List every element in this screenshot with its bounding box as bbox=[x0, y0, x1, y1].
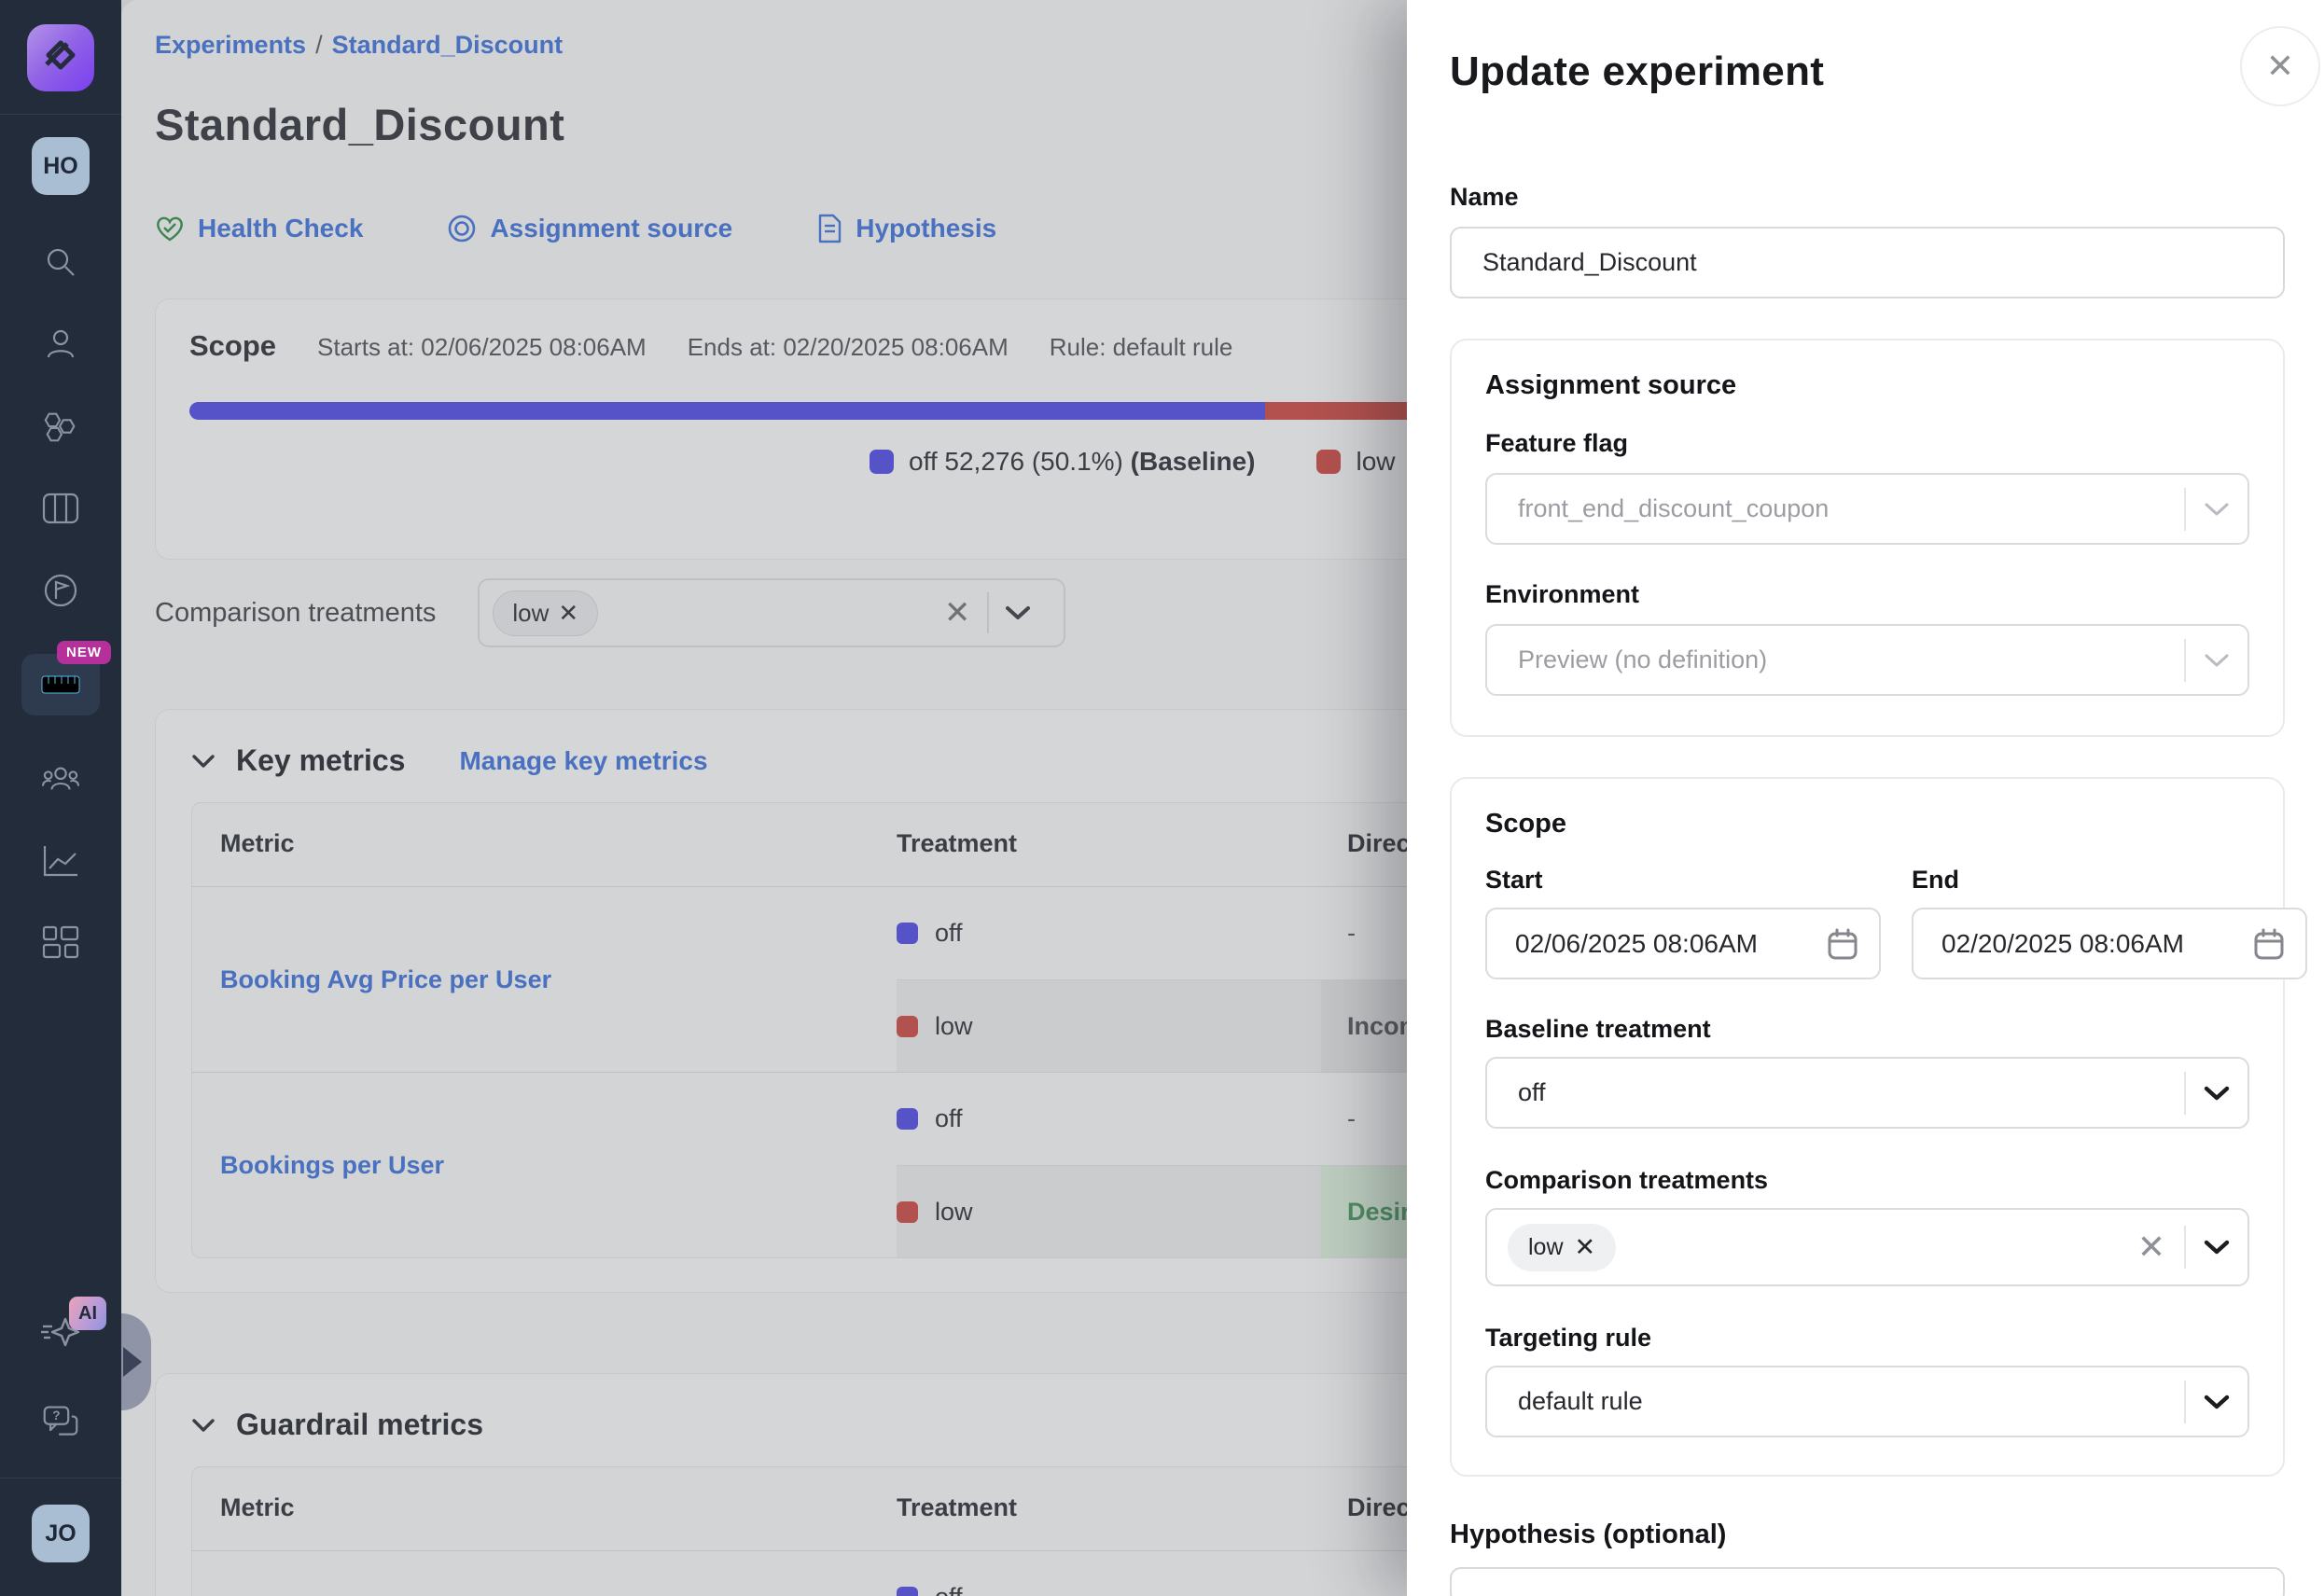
sidebar-expander-handle[interactable] bbox=[121, 1313, 151, 1410]
start-date-input[interactable]: 02/06/2025 08:06AM bbox=[1485, 908, 1881, 979]
panel-title: Update experiment bbox=[1450, 49, 2285, 95]
name-label: Name bbox=[1450, 183, 2285, 212]
chip-remove-icon[interactable]: ✕ bbox=[1575, 1233, 1596, 1262]
clear-icon[interactable]: ✕ bbox=[927, 594, 988, 631]
chip-remove-icon[interactable]: ✕ bbox=[558, 599, 578, 628]
allocation-legend: off 52,276 (50.1%) (Baseline) low bbox=[870, 447, 1396, 477]
end-date-input[interactable]: 02/20/2025 08:06AM bbox=[1912, 908, 2307, 979]
svg-text:?: ? bbox=[52, 1409, 60, 1423]
chevron-down-icon[interactable] bbox=[2186, 1394, 2247, 1410]
scope-title: Scope bbox=[1485, 809, 2249, 840]
comparison-treatments-label: Comparison treatments bbox=[155, 598, 436, 629]
close-button[interactable]: ✕ bbox=[2240, 26, 2320, 106]
search-icon[interactable] bbox=[42, 243, 79, 281]
targeting-rule-label: Targeting rule bbox=[1485, 1324, 2249, 1353]
collapse-chevron-icon[interactable] bbox=[191, 1418, 216, 1433]
workspace-avatar[interactable]: HO bbox=[32, 137, 90, 195]
hypothesis-label: Hypothesis (optional) bbox=[1450, 1520, 2285, 1550]
chevron-down-icon[interactable] bbox=[989, 604, 1047, 621]
scope-ends-at: Ends at: 02/20/2025 08:06AM bbox=[688, 333, 1009, 362]
health-check-link[interactable]: Health Check bbox=[155, 214, 363, 243]
release-flag-icon[interactable] bbox=[42, 572, 79, 609]
assignment-source-card: Assignment source Feature flag front_end… bbox=[1450, 339, 2285, 737]
segments-hexagons-icon[interactable] bbox=[42, 408, 79, 445]
chevron-right-icon bbox=[123, 1347, 142, 1377]
baseline-treatment-select[interactable]: off bbox=[1485, 1057, 2249, 1129]
allocation-segment-off bbox=[189, 402, 1265, 420]
breadcrumb-experiments[interactable]: Experiments bbox=[155, 31, 306, 59]
chevron-down-icon[interactable] bbox=[2186, 1085, 2247, 1102]
divider bbox=[0, 114, 121, 115]
manage-key-metrics-link[interactable]: Manage key metrics bbox=[459, 746, 707, 776]
sidebar: HO NEW AI bbox=[0, 0, 121, 1596]
legend-swatch-low bbox=[1316, 450, 1341, 474]
comparison-treatments-select[interactable]: low✕ ✕ bbox=[478, 578, 1065, 647]
column-header-treatment: Treatment bbox=[897, 1493, 1321, 1522]
ai-badge: AI bbox=[69, 1297, 106, 1330]
help-chat-icon[interactable]: ? bbox=[42, 1403, 79, 1440]
dashboards-icon[interactable] bbox=[42, 924, 79, 962]
scope-card: Scope Start End 02/06/2025 08:06AM 02/20… bbox=[1450, 777, 2285, 1477]
user-icon[interactable] bbox=[42, 326, 79, 363]
assignment-source-title: Assignment source bbox=[1485, 370, 2249, 401]
ruler-icon bbox=[40, 673, 81, 697]
treatment-swatch-off bbox=[897, 1108, 918, 1130]
comparison-treatments-label: Comparison treatments bbox=[1485, 1166, 2249, 1195]
column-header-metric: Metric bbox=[192, 829, 897, 858]
collapse-chevron-icon[interactable] bbox=[191, 754, 216, 769]
chevron-down-icon bbox=[2186, 502, 2247, 517]
hypothesis-link[interactable]: Hypothesis bbox=[816, 214, 996, 243]
new-badge: NEW bbox=[57, 641, 111, 664]
statsig-logo-icon[interactable] bbox=[27, 24, 94, 91]
sidebar-item-experiments-active[interactable]: NEW bbox=[21, 654, 100, 715]
metric-link[interactable]: Booking Avg Price per User bbox=[220, 965, 551, 994]
breadcrumb-current[interactable]: Standard_Discount bbox=[332, 31, 564, 59]
treatment-swatch-off bbox=[897, 923, 918, 944]
chevron-down-icon[interactable] bbox=[2186, 1239, 2247, 1256]
scope-starts-at: Starts at: 02/06/2025 08:06AM bbox=[317, 333, 647, 362]
treatment-swatch-low bbox=[897, 1016, 918, 1037]
scope-title: Scope bbox=[189, 329, 276, 363]
scope-rule: Rule: default rule bbox=[1050, 333, 1233, 362]
calendar-icon[interactable] bbox=[2253, 927, 2285, 961]
start-label: Start bbox=[1485, 866, 1881, 895]
update-experiment-panel: ✕ Update experiment Name Standard_Discou… bbox=[1407, 0, 2324, 1596]
column-header-treatment: Treatment bbox=[897, 829, 1321, 858]
target-icon bbox=[447, 214, 477, 243]
document-icon bbox=[816, 214, 842, 243]
feature-flag-label: Feature flag bbox=[1485, 429, 2249, 458]
heart-check-icon bbox=[155, 215, 185, 243]
feature-flag-select: front_end_discount_coupon bbox=[1485, 473, 2249, 545]
user-avatar[interactable]: JO bbox=[32, 1505, 90, 1562]
chevron-down-icon bbox=[2186, 653, 2247, 668]
treatment-swatch-low bbox=[897, 1201, 918, 1223]
metrics-chart-icon[interactable] bbox=[42, 842, 79, 880]
name-input[interactable]: Standard_Discount bbox=[1450, 227, 2285, 298]
baseline-treatment-label: Baseline treatment bbox=[1485, 1015, 2249, 1044]
guardrail-metrics-title: Guardrail metrics bbox=[236, 1408, 483, 1442]
treatment-swatch-off bbox=[897, 1587, 918, 1596]
environment-select: Preview (no definition) bbox=[1485, 624, 2249, 696]
clear-icon[interactable]: ✕ bbox=[2119, 1228, 2184, 1267]
end-label: End bbox=[1912, 866, 2307, 895]
ai-assistant-icon[interactable]: AI bbox=[39, 1311, 82, 1354]
metric-link[interactable]: Bookings per User bbox=[220, 1151, 444, 1180]
key-metrics-title: Key metrics bbox=[236, 743, 405, 778]
comparison-treatments-select[interactable]: low✕ ✕ bbox=[1485, 1208, 2249, 1286]
targeting-rule-select[interactable]: default rule bbox=[1485, 1366, 2249, 1437]
audiences-people-icon[interactable] bbox=[42, 760, 79, 798]
column-header-metric: Metric bbox=[192, 1493, 897, 1522]
environment-label: Environment bbox=[1485, 580, 2249, 609]
treatment-chip-low[interactable]: low✕ bbox=[1508, 1224, 1616, 1271]
hypothesis-textarea[interactable] bbox=[1450, 1567, 2285, 1596]
treatment-chip-low[interactable]: low✕ bbox=[493, 590, 598, 636]
legend-swatch-off bbox=[870, 450, 894, 474]
assignment-source-link[interactable]: Assignment source bbox=[447, 214, 732, 243]
calendar-icon[interactable] bbox=[1827, 927, 1858, 961]
layers-columns-icon[interactable] bbox=[42, 490, 79, 527]
